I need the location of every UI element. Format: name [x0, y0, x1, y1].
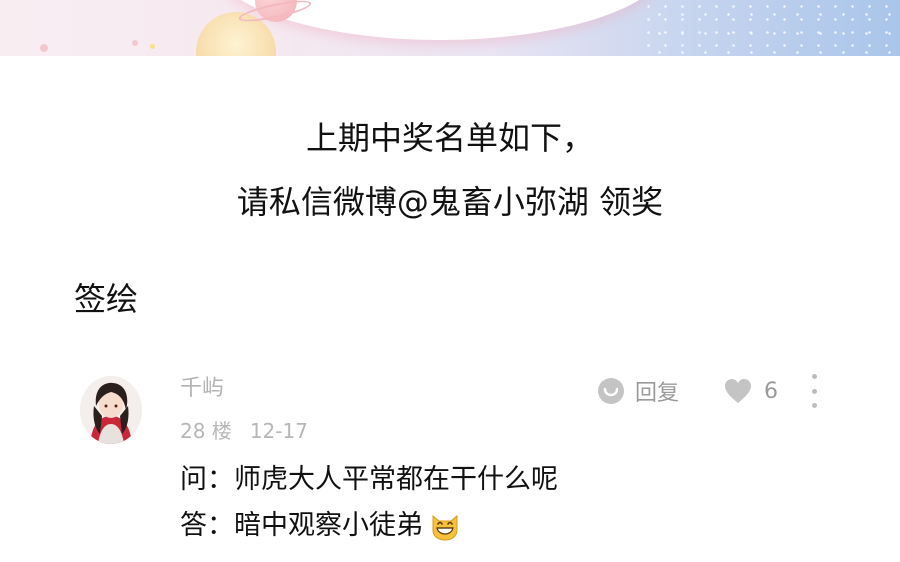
announcement-line-2: 请私信微博@鬼畜小弥湖 领奖: [236, 183, 664, 221]
comment-answer-line: 答：暗中观察小徒弟: [180, 508, 461, 544]
sparkle-dot: [132, 40, 138, 46]
more-dot: [811, 403, 817, 408]
more-vertical-icon[interactable]: [806, 374, 822, 408]
like-button[interactable]: 6: [724, 376, 778, 406]
reply-label: 回复: [635, 381, 680, 406]
reply-bubble-icon: [598, 378, 624, 404]
announcement-line-1: 上期中奖名单如下，: [305, 119, 594, 157]
comment-meta: 28 楼 12-17: [180, 418, 308, 444]
more-dot: [811, 374, 817, 379]
heart-icon: [725, 379, 751, 403]
comment-question: 问：师虎大人平常都在干什么呢: [180, 464, 558, 495]
section-title: 签绘: [74, 280, 139, 318]
decorative-banner: [0, 0, 900, 56]
avatar-character-icon: [80, 376, 142, 444]
starfield-decoration: [640, 0, 900, 56]
sparkle-dot: [40, 44, 48, 52]
comment-username[interactable]: 千屿: [180, 375, 224, 403]
like-count: 6: [764, 378, 778, 404]
avatar[interactable]: [80, 376, 142, 444]
sparkle-dot: [150, 44, 155, 49]
reply-button[interactable]: 回复: [597, 376, 679, 406]
grinning-cat-emoji: [432, 514, 458, 541]
more-dot: [811, 388, 817, 394]
comment-floor: 28 楼: [180, 419, 232, 443]
comment-date: 12-17: [249, 419, 308, 443]
comment-answer: 答：暗中观察小徒弟: [180, 510, 423, 541]
